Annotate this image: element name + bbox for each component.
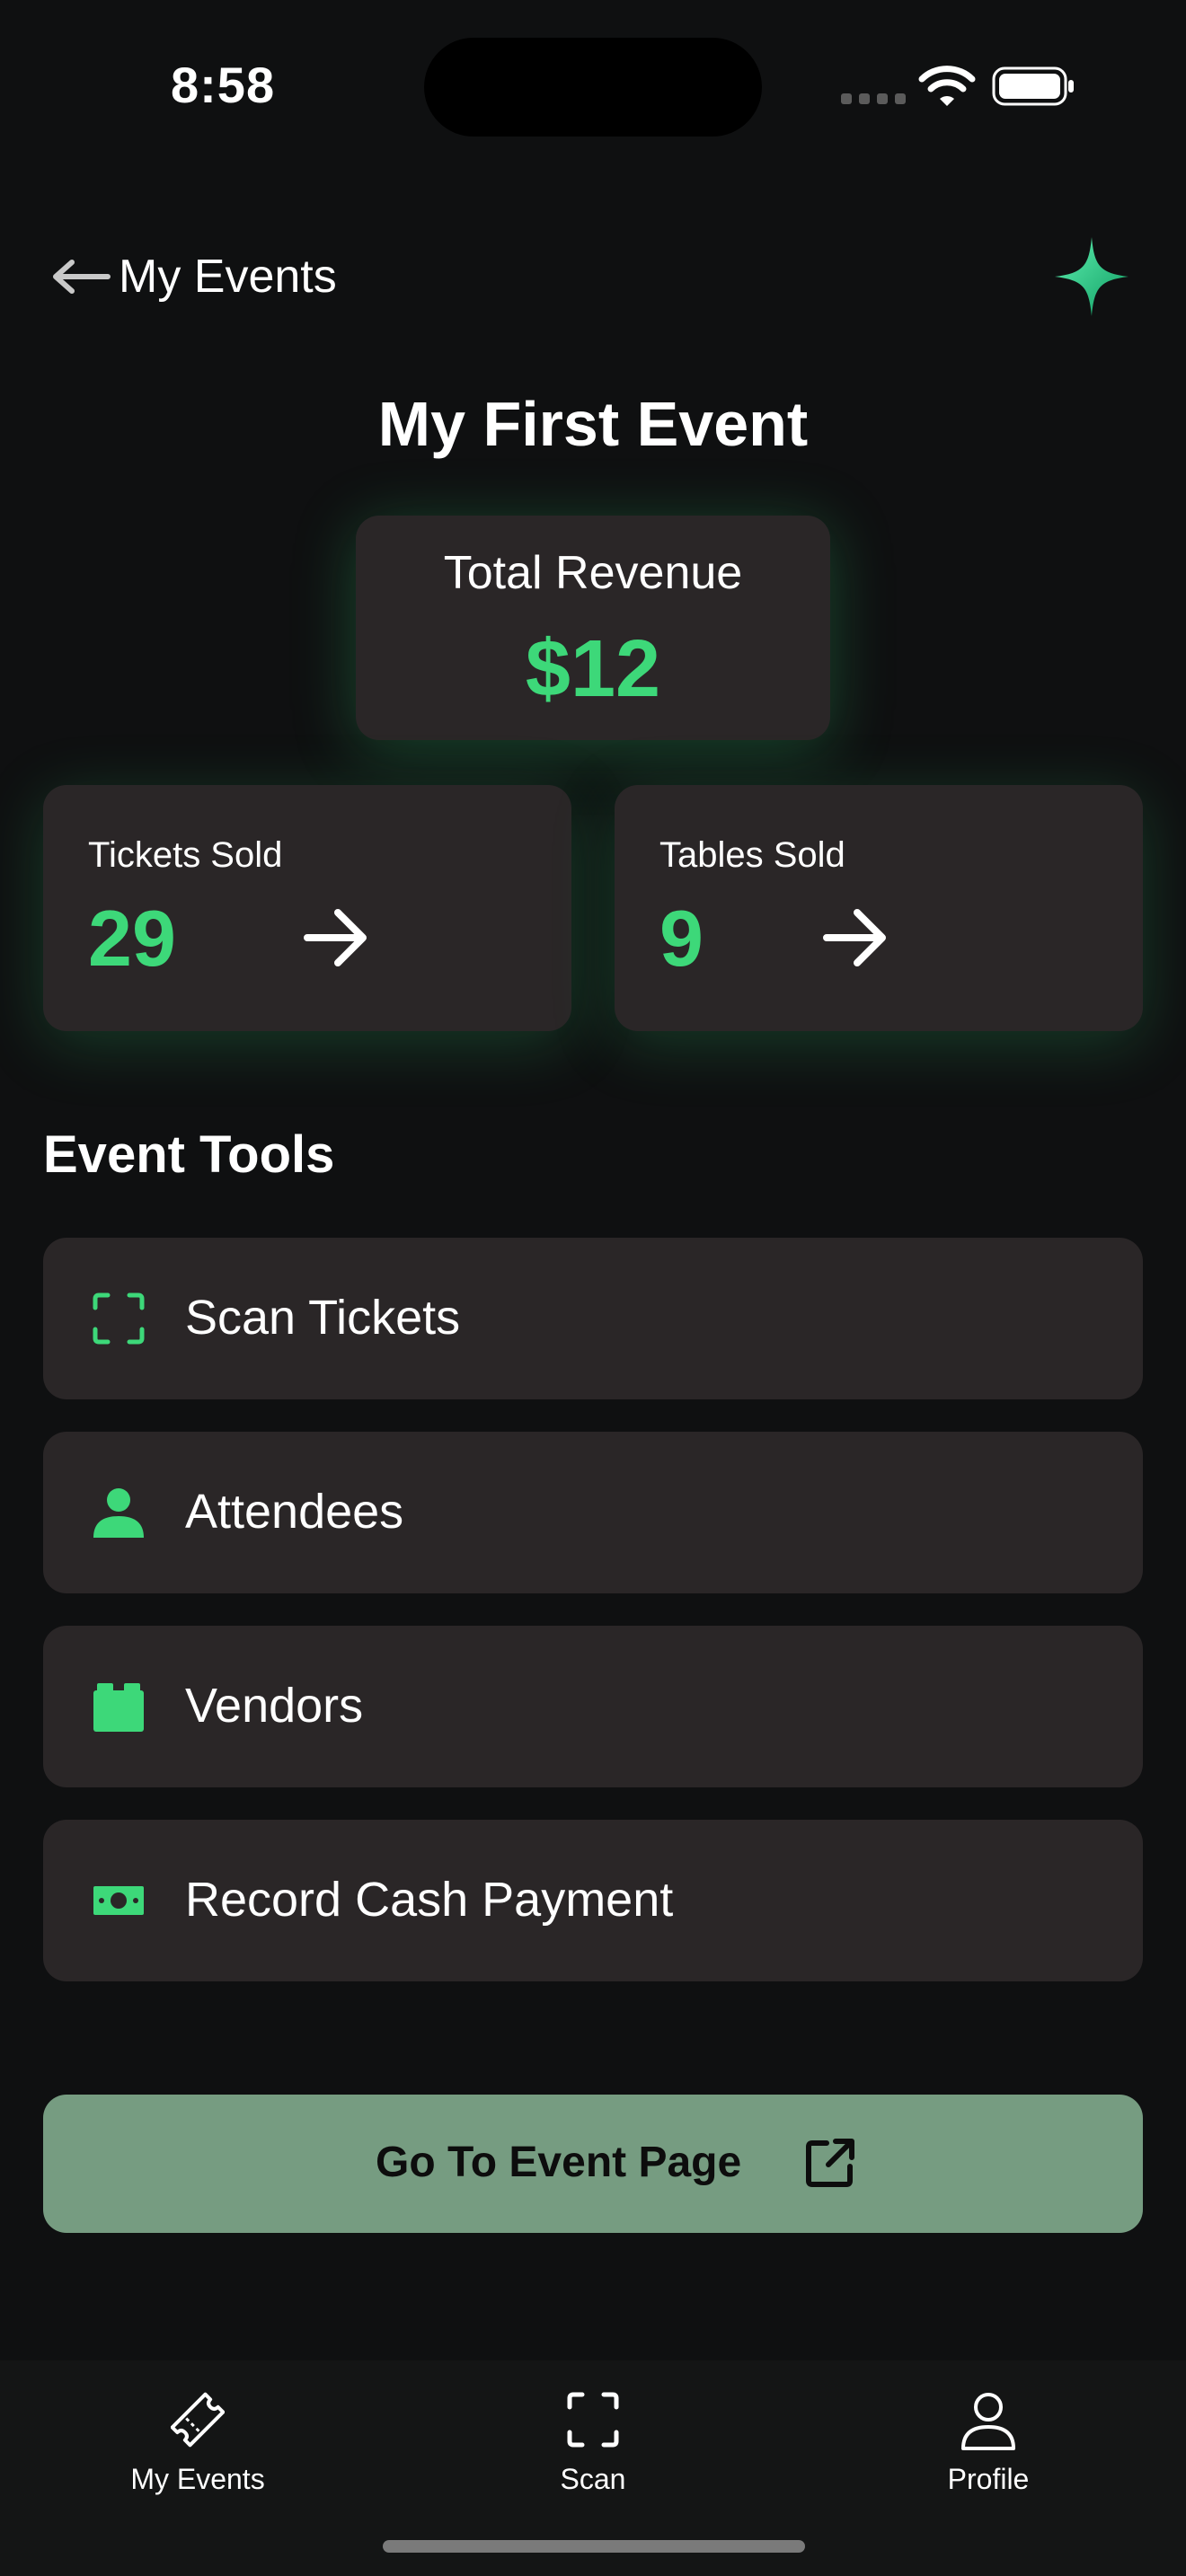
tickets-sold-card[interactable]: Tickets Sold 29: [43, 785, 571, 1031]
tool-vendors[interactable]: Vendors: [43, 1626, 1143, 1787]
revenue-label: Total Revenue: [443, 547, 743, 599]
go-to-event-page-button[interactable]: Go To Event Page: [43, 2095, 1143, 2233]
user-outline-icon: [961, 2393, 1015, 2450]
tab-scan[interactable]: Scan: [467, 2387, 719, 2504]
event-tools-heading: Event Tools: [43, 1125, 335, 1184]
tickets-sold-label: Tickets Sold: [88, 835, 283, 875]
wifi-icon: [918, 66, 976, 106]
sparkle-icon[interactable]: [1053, 235, 1130, 318]
tables-sold-card[interactable]: Tables Sold 9: [615, 785, 1143, 1031]
person-icon: [93, 1488, 144, 1538]
arrow-right-icon: [304, 909, 367, 966]
scan-frame-icon: [567, 2392, 619, 2448]
tool-label: Attendees: [185, 1485, 404, 1539]
scan-frame-icon: [93, 1292, 145, 1345]
app-screen: 8:58 My Events My First Event Total Reve…: [0, 0, 1186, 2576]
status-time: 8:58: [171, 57, 276, 113]
tables-sold-value: 9: [659, 894, 704, 983]
tool-attendees[interactable]: Attendees: [43, 1432, 1143, 1593]
back-button[interactable]: My Events: [50, 244, 337, 309]
dynamic-island: [424, 38, 762, 137]
arrow-right-icon: [823, 909, 886, 966]
total-revenue-card: Total Revenue $12: [356, 516, 830, 740]
back-arrow-icon: [53, 260, 111, 294]
tickets-sold-value: 29: [88, 894, 176, 983]
tool-record-cash-payment[interactable]: Record Cash Payment: [43, 1820, 1143, 1981]
cash-icon: [93, 1886, 144, 1915]
tab-label: Profile: [947, 2463, 1030, 2495]
back-button-label: My Events: [119, 251, 337, 303]
tab-label: Scan: [560, 2463, 626, 2495]
external-link-icon: [806, 2139, 854, 2187]
cta-label: Go To Event Page: [376, 2139, 742, 2186]
ticket-icon: [171, 2392, 225, 2448]
tool-label: Record Cash Payment: [185, 1873, 674, 1927]
home-indicator[interactable]: [383, 2540, 805, 2553]
cellular-signal-icon: [841, 93, 906, 104]
page-title: My First Event: [377, 389, 809, 459]
tables-sold-label: Tables Sold: [659, 835, 845, 875]
tool-label: Vendors: [185, 1679, 364, 1733]
tab-label: My Events: [130, 2463, 265, 2495]
tab-profile[interactable]: Profile: [863, 2387, 1114, 2504]
tool-scan-tickets[interactable]: Scan Tickets: [43, 1238, 1143, 1399]
tab-my-events[interactable]: My Events: [72, 2387, 323, 2504]
tool-label: Scan Tickets: [185, 1291, 461, 1345]
battery-icon: [992, 66, 1074, 106]
revenue-value: $12: [525, 624, 661, 714]
vendor-block-icon: [93, 1683, 144, 1732]
